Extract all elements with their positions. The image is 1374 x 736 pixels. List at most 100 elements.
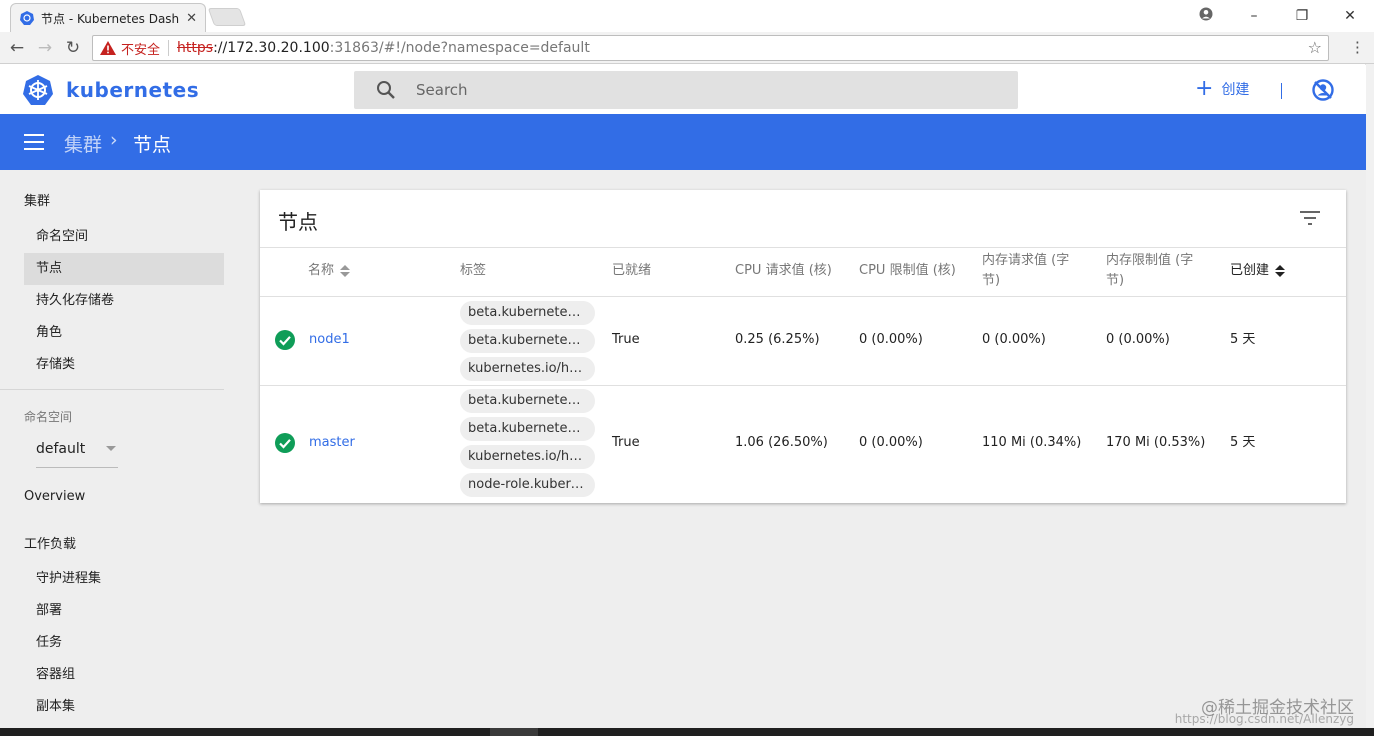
sidebar-item-daemon-sets[interactable]: 守护进程集	[24, 563, 224, 595]
address-bar-row: ← → ↻ 不安全 https://172.30.20.100:31863/#!…	[0, 32, 1374, 64]
menu-icon[interactable]	[24, 134, 44, 150]
node-name-link[interactable]: node1	[309, 331, 350, 349]
node-name-link[interactable]: master	[309, 434, 355, 452]
cpu-requests-value: 1.06 (26.50%)	[735, 435, 828, 450]
brand-name[interactable]: kubernetes	[66, 78, 199, 102]
new-tab-button[interactable]	[207, 8, 247, 26]
breadcrumb-current: 节点	[133, 134, 172, 156]
browser-tab-title: 节点 - Kubernetes Dash	[41, 11, 180, 26]
page-scrollbar[interactable]	[1365, 64, 1374, 728]
memory-requests-value: 110 Mi (0.34%)	[982, 435, 1082, 450]
sidebar-item-roles[interactable]: 角色	[24, 317, 224, 349]
insecure-label[interactable]: 不安全	[121, 39, 160, 58]
warning-icon	[100, 41, 116, 55]
sidebar-item-replica-sets[interactable]: 副本集	[24, 691, 224, 723]
url-field[interactable]: 不安全 https://172.30.20.100:31863/#!/node?…	[92, 35, 1329, 61]
label-chip: beta.kubernetes.io/...	[460, 389, 595, 413]
browser-tab-strip: 节点 - Kubernetes Dash ✕ – ❐ ✕	[0, 0, 1374, 32]
sidebar-section-workloads[interactable]: 工作负载	[24, 533, 76, 552]
maximize-icon[interactable]: ❐	[1278, 8, 1326, 24]
column-header-cpu-limits: CPU 限制值 (核)	[859, 263, 956, 278]
kubernetes-logo-icon[interactable]	[22, 74, 54, 106]
browser-menu-icon[interactable]: · · ·	[1355, 35, 1360, 61]
profile-icon[interactable]	[1182, 7, 1230, 25]
create-label: 创建	[1221, 82, 1250, 98]
url-path: :31863/#!/node?namespace=default	[329, 40, 590, 56]
search-icon	[377, 81, 395, 99]
cpu-limits-value: 0 (0.00%)	[859, 332, 923, 347]
sidebar-divider	[0, 389, 224, 390]
sidebar: 集群 命名空间 节点 持久化存储卷 角色 存储类 命名空间 default Ov…	[0, 170, 238, 728]
namespace-value: default	[36, 441, 86, 457]
url-host: ://172.30.20.100	[213, 40, 330, 56]
kubernetes-favicon-icon	[20, 11, 34, 25]
column-header-created[interactable]: 已创建	[1230, 261, 1286, 281]
sidebar-item-overview[interactable]: Overview	[24, 489, 85, 504]
filter-icon[interactable]	[1300, 210, 1320, 226]
column-header-name[interactable]: 名称	[308, 261, 351, 281]
create-button[interactable]: + 创建	[1195, 78, 1250, 100]
column-header-created-label: 已创建	[1230, 263, 1270, 278]
row-divider	[260, 385, 1346, 386]
memory-limits-value: 170 Mi (0.53%)	[1106, 435, 1206, 450]
minimize-icon[interactable]: –	[1230, 8, 1278, 24]
sidebar-item-pods[interactable]: 容器组	[24, 659, 224, 691]
sort-icon[interactable]	[1275, 264, 1286, 277]
bookmark-star-icon[interactable]: ☆	[1308, 38, 1322, 57]
search-bar[interactable]	[354, 71, 1018, 109]
created-value: 5 天	[1230, 332, 1256, 347]
os-taskbar	[0, 728, 1374, 736]
sidebar-item-namespaces[interactable]: 命名空间	[24, 221, 224, 253]
watermark-url: https://blog.csdn.net/Allenzyg	[1174, 712, 1354, 726]
chevron-down-icon	[106, 446, 116, 451]
sidebar-item-persistent-volumes[interactable]: 持久化存储卷	[24, 285, 224, 317]
created-value: 5 天	[1230, 435, 1256, 450]
breadcrumb-chevron-icon: ›	[110, 129, 118, 151]
cpu-limits-value: 0 (0.00%)	[859, 435, 923, 450]
breadcrumb-parent[interactable]: 集群	[64, 130, 102, 157]
sort-icon[interactable]	[340, 264, 351, 277]
label-chip: kubernetes.io/host...	[460, 445, 595, 469]
sidebar-item-deployments[interactable]: 部署	[24, 595, 224, 627]
column-header-memory-limits-line1: 内存限制值 (字	[1106, 253, 1194, 268]
tab-close-icon[interactable]: ✕	[186, 11, 197, 26]
check-circle-icon	[275, 433, 295, 453]
column-header-name-label: 名称	[308, 263, 335, 278]
label-chip: beta.kubernetes.io/...	[460, 329, 595, 353]
close-window-icon[interactable]: ✕	[1326, 8, 1374, 24]
sidebar-item-storage-classes[interactable]: 存储类	[24, 349, 224, 381]
app-header: kubernetes + 创建	[0, 65, 1366, 114]
column-header-labels: 标签	[460, 263, 487, 278]
url-scheme: https	[177, 40, 214, 56]
namespace-label: 命名空间	[24, 410, 73, 424]
reload-icon[interactable]: ↻	[62, 37, 84, 59]
column-header-memory-requests-line2: 节)	[982, 273, 1001, 288]
sidebar-item-nodes[interactable]: 节点	[24, 253, 224, 285]
memory-requests-value: 0 (0.00%)	[982, 332, 1046, 347]
label-chip: beta.kubernetes.io/...	[460, 417, 595, 441]
namespace-select[interactable]: default	[36, 436, 118, 468]
column-header-cpu-requests: CPU 请求值 (核)	[735, 263, 832, 278]
browser-tab[interactable]: 节点 - Kubernetes Dash ✕	[10, 3, 206, 32]
search-input[interactable]	[416, 81, 976, 99]
column-header-ready: 已就绪	[612, 263, 652, 278]
column-header-memory-limits-line2: 节)	[1106, 273, 1125, 288]
no-auth-icon[interactable]	[1311, 78, 1335, 102]
table-header-divider	[260, 296, 1346, 297]
ready-value: True	[612, 332, 640, 347]
sidebar-item-jobs[interactable]: 任务	[24, 627, 224, 659]
label-chip: beta.kubernetes.io/...	[460, 301, 595, 325]
forward-icon[interactable]: →	[34, 37, 56, 59]
ready-value: True	[612, 435, 640, 450]
window-controls: – ❐ ✕	[1182, 0, 1374, 32]
taskbar-item[interactable]	[490, 728, 538, 736]
sidebar-section-cluster[interactable]: 集群	[24, 190, 50, 209]
back-icon[interactable]: ←	[6, 37, 28, 59]
page-toolbar: 集群 › 节点	[0, 114, 1366, 170]
header-divider	[1281, 83, 1282, 99]
url-divider	[168, 40, 170, 56]
label-chip: node-role.kubernet...	[460, 473, 595, 497]
column-header-memory-limits: 内存限制值 (字 节)	[1106, 251, 1193, 291]
column-header-memory-requests: 内存请求值 (字 节)	[982, 251, 1069, 291]
cpu-requests-value: 0.25 (6.25%)	[735, 332, 820, 347]
